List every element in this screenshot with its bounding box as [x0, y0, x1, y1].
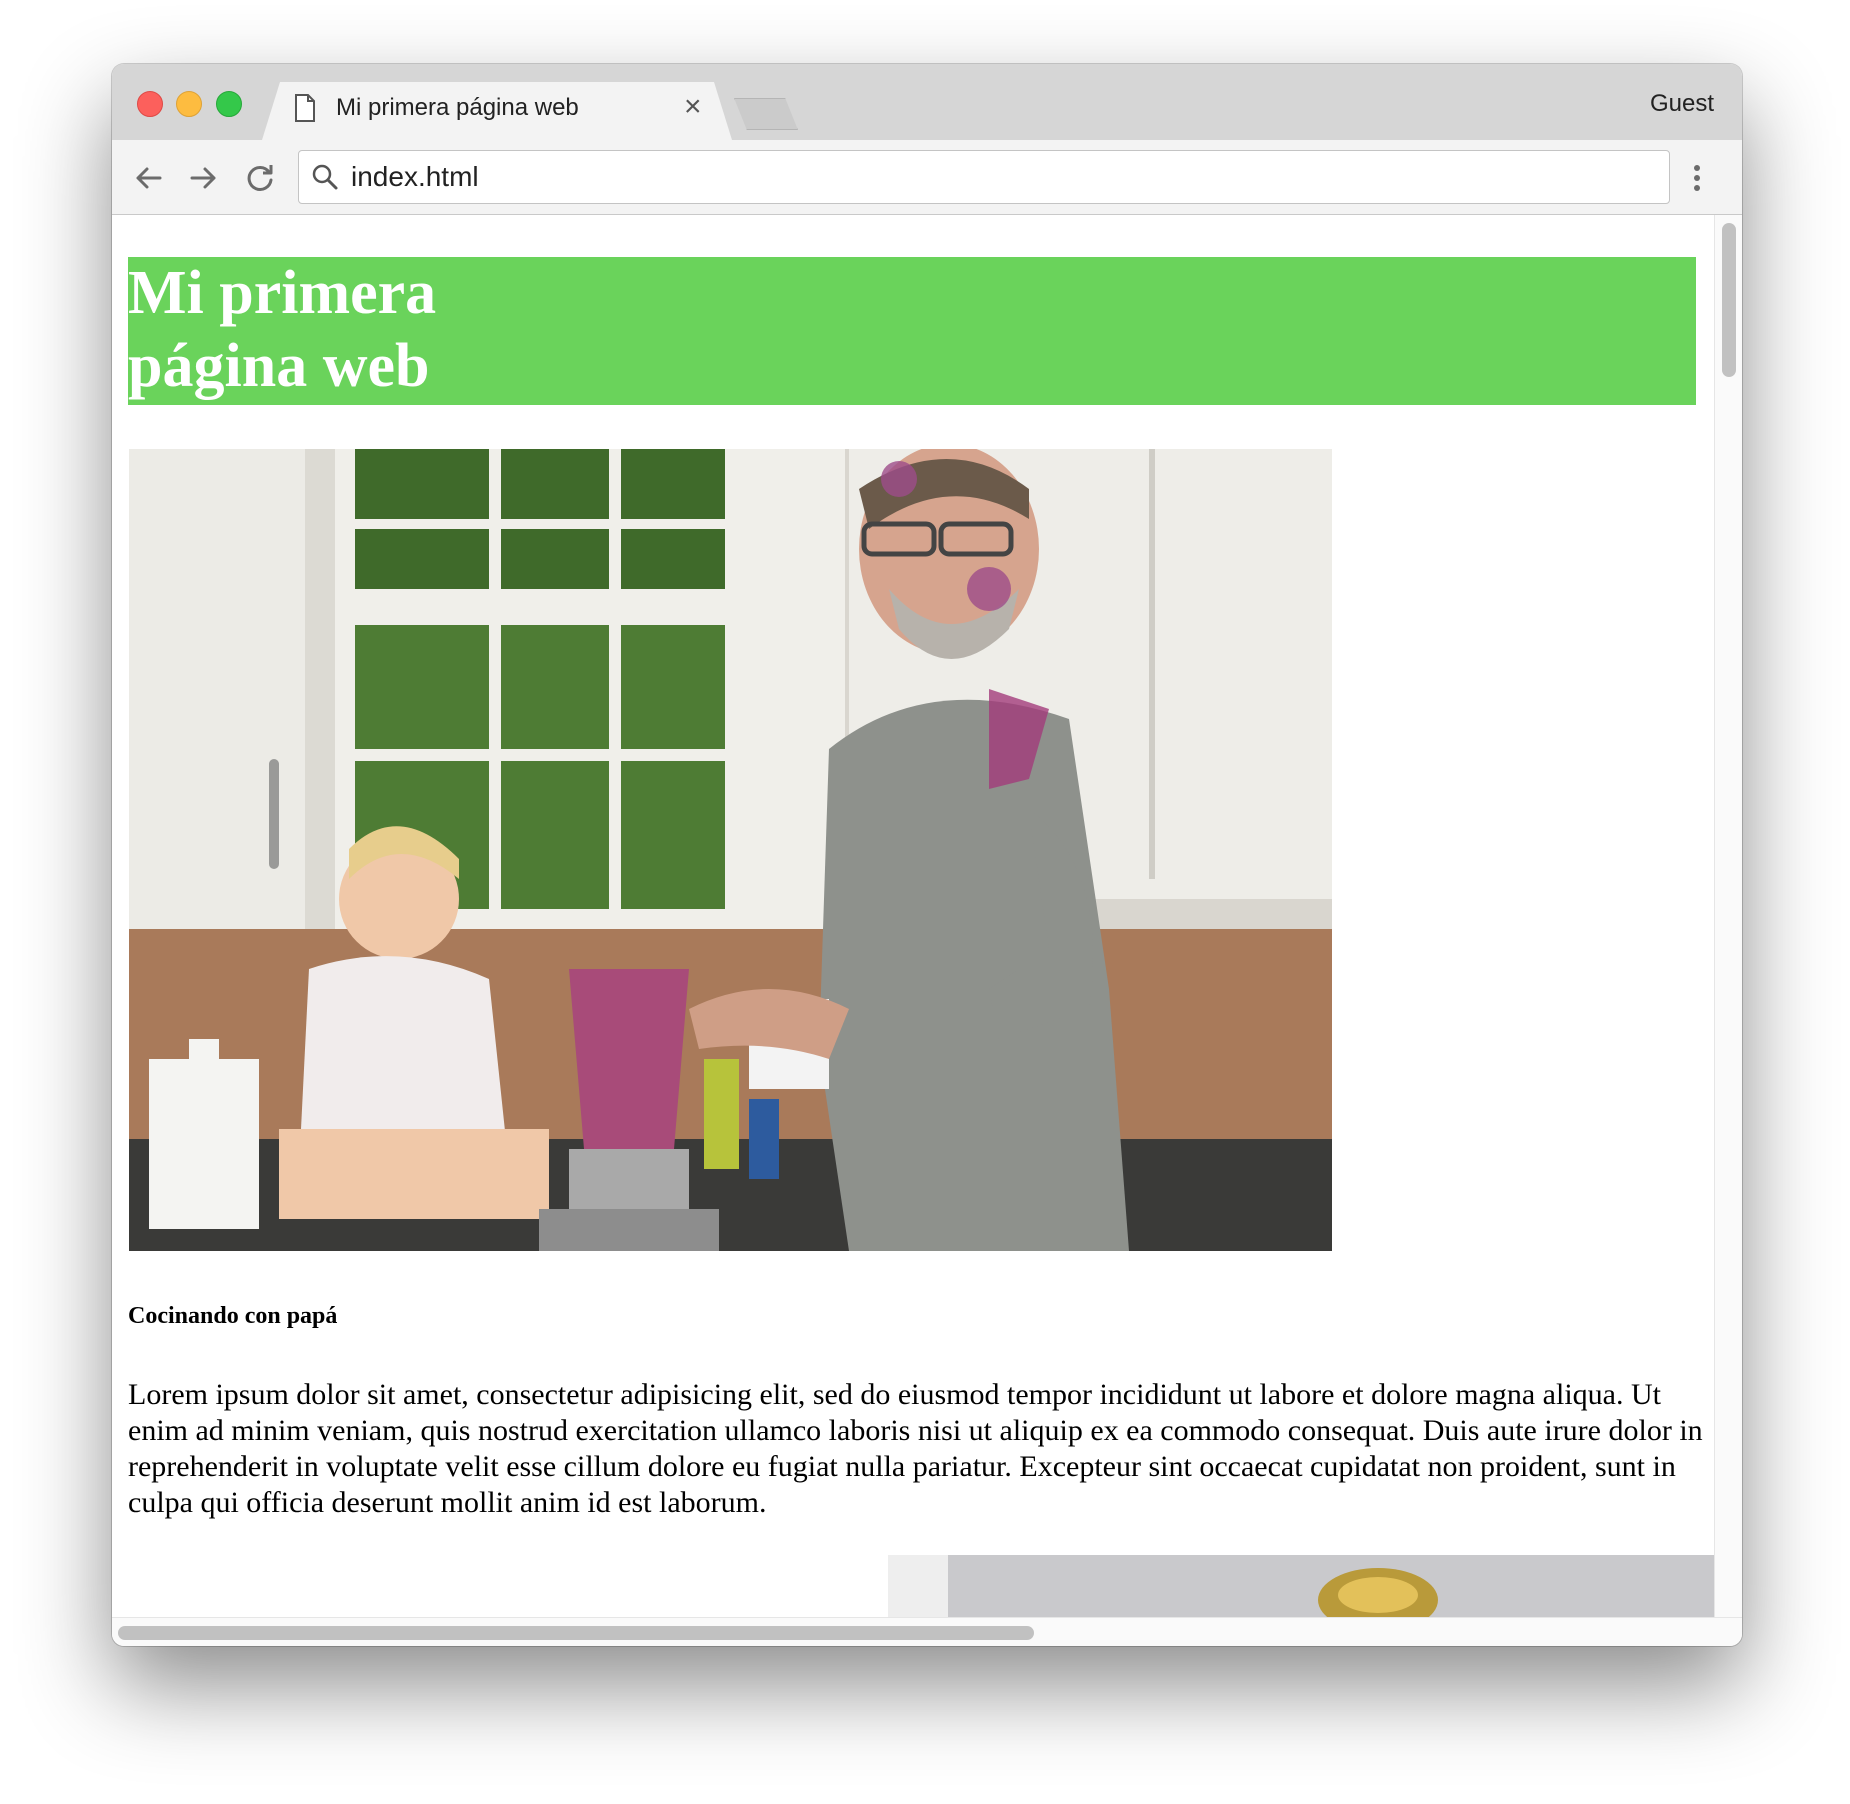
arrow-left-icon[interactable] — [130, 160, 166, 196]
body-paragraph: Lorem ipsum dolor sit amet, consectetur … — [128, 1378, 1703, 1519]
vertical-scroll-thumb[interactable] — [1722, 223, 1736, 377]
second-photo — [888, 1555, 1714, 1617]
more-vertical-icon[interactable] — [1689, 160, 1705, 196]
photo-caption: Cocinando con papá — [128, 1303, 338, 1329]
tab-title: Mi primera página web — [336, 94, 579, 121]
profile-label[interactable]: Guest — [1650, 90, 1714, 118]
tab-bar: Mi primera página web × Guest — [112, 64, 1742, 140]
browser-window: Mi primera página web × Guest index.html… — [112, 64, 1742, 1646]
new-tab-button[interactable] — [734, 98, 798, 130]
close-window-button[interactable] — [137, 91, 163, 117]
vertical-scrollbar[interactable] — [1714, 215, 1742, 1617]
address-input[interactable] — [351, 161, 1551, 193]
page-viewport: Mi primera página web Cocinando con papá… — [112, 215, 1714, 1617]
arrow-right-icon[interactable] — [186, 160, 222, 196]
page-header: Mi primera página web — [128, 257, 1696, 405]
maximize-window-button[interactable] — [216, 91, 242, 117]
horizontal-scroll-thumb[interactable] — [118, 1626, 1034, 1640]
address-bar[interactable] — [298, 150, 1670, 204]
horizontal-scrollbar[interactable] — [112, 1617, 1742, 1646]
kitchen-photo — [129, 449, 1332, 1251]
close-tab-icon[interactable]: × — [684, 92, 702, 122]
page-title: Mi primera página web — [128, 259, 437, 400]
toolbar — [112, 140, 1742, 215]
document-icon — [295, 94, 315, 122]
search-icon — [312, 164, 338, 190]
minimize-window-button[interactable] — [176, 91, 202, 117]
reload-icon[interactable] — [242, 160, 278, 196]
